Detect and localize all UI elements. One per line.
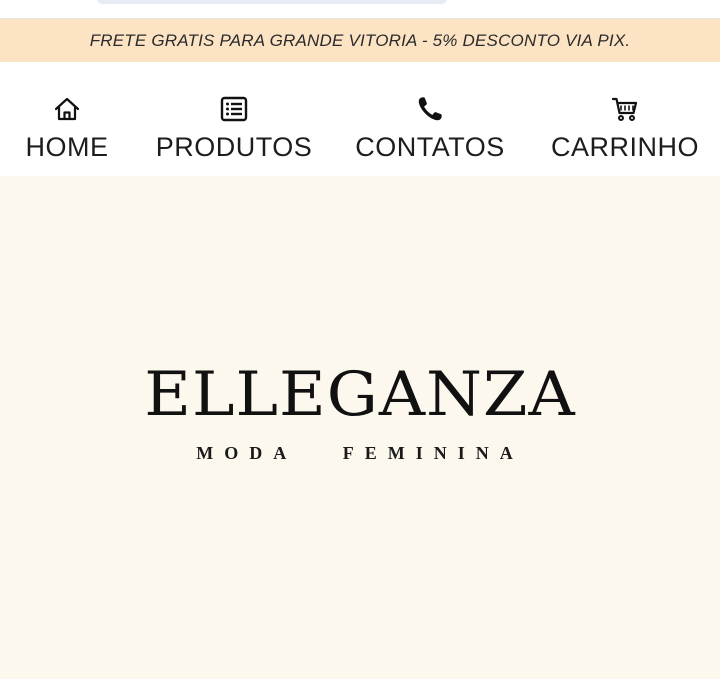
promo-text: FRETE GRATIS PARA GRANDE VITORIA - 5% DE… xyxy=(89,30,631,50)
cart-icon xyxy=(611,97,638,121)
nav-label-home: HOME xyxy=(25,132,109,162)
brand-logo: ELLEGANZA MODA FEMININA xyxy=(140,361,580,464)
phone-icon xyxy=(418,97,442,121)
home-icon xyxy=(54,97,80,121)
nav-item-contatos[interactable]: CONTATOS xyxy=(340,94,520,161)
nav-label-carrinho: CARRINHO xyxy=(550,132,699,162)
brand-tagline: MODA FEMININA xyxy=(196,443,524,463)
nav-label-produtos: PRODUTOS xyxy=(155,132,313,162)
search-bar[interactable] xyxy=(96,0,448,4)
main-nav: HOME PRODUTOS CONTATOS CARRINHO xyxy=(0,62,720,176)
nav-item-produtos[interactable]: PRODUTOS xyxy=(144,94,324,161)
nav-label-contatos: CONTATOS xyxy=(355,132,505,162)
top-bar xyxy=(0,0,720,19)
brand-name: ELLEGANZA xyxy=(144,359,576,431)
promo-banner: FRETE GRATIS PARA GRANDE VITORIA - 5% DE… xyxy=(0,19,720,62)
hero-banner: ELLEGANZA MODA FEMININA xyxy=(0,176,720,679)
nav-item-carrinho[interactable]: CARRINHO xyxy=(535,94,715,161)
nav-item-home[interactable]: HOME xyxy=(0,94,157,161)
list-icon xyxy=(220,96,248,122)
